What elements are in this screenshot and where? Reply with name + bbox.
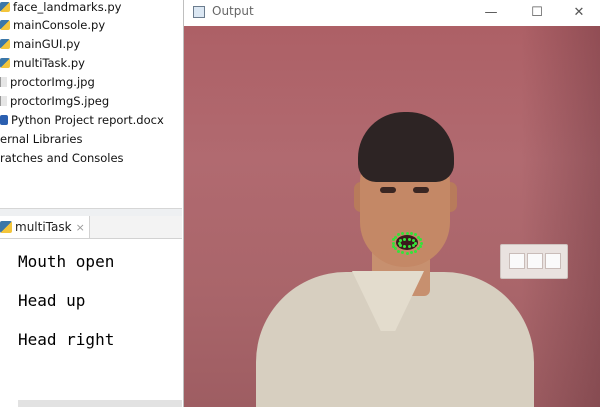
tab-label: multiTask <box>15 220 72 234</box>
socket <box>545 253 561 269</box>
landmark-point <box>411 243 415 247</box>
tree-item-proctorimgs[interactable]: proctorImgS.jpeg <box>0 92 109 110</box>
wall-switchboard <box>500 244 568 279</box>
tree-item-label: mainConsole.py <box>13 18 106 32</box>
tree-item-label: ratches and Consoles <box>0 151 124 165</box>
console-line: Mouth open <box>18 252 115 271</box>
horizontal-scrollbar[interactable] <box>18 400 182 407</box>
person-hair <box>358 112 454 182</box>
landmark-point <box>403 237 407 241</box>
tree-item-maingui[interactable]: mainGUI.py <box>0 35 80 53</box>
window-title: Output <box>212 4 254 18</box>
socket <box>509 253 525 269</box>
python-file-icon <box>0 221 12 233</box>
word-document-icon <box>0 115 8 125</box>
tree-item-label: proctorImgS.jpeg <box>10 94 110 108</box>
tree-item-mainconsole[interactable]: mainConsole.py <box>0 16 105 34</box>
output-window: Output — ☐ ✕ <box>183 0 600 407</box>
tree-item-label: mainGUI.py <box>13 37 81 51</box>
run-tabbar: multiTask × <box>0 216 182 239</box>
close-icon[interactable]: × <box>76 221 85 234</box>
landmark-point <box>413 249 417 253</box>
run-panel: multiTask × Mouth open Head up Head right <box>0 216 182 407</box>
tree-item-project-report[interactable]: Python Project report.docx <box>0 111 164 129</box>
close-button[interactable]: ✕ <box>556 0 600 26</box>
landmark-point <box>409 251 413 254</box>
person-eye <box>413 187 429 193</box>
tab-multitask[interactable]: multiTask × <box>0 216 90 238</box>
tree-item-label: proctorImg.jpg <box>10 75 95 89</box>
tree-item-external-libraries[interactable]: ernal Libraries <box>0 130 82 148</box>
tree-item-label: ernal Libraries <box>0 132 83 146</box>
landmark-point <box>405 251 409 255</box>
landmark-point <box>391 241 395 245</box>
python-file-icon <box>0 2 10 12</box>
minimize-button[interactable]: — <box>468 0 514 26</box>
tree-item-label: face_landmarks.py <box>13 0 122 14</box>
window-app-icon <box>193 6 205 18</box>
landmark-point <box>407 237 411 241</box>
window-titlebar[interactable]: Output — ☐ ✕ <box>184 0 600 26</box>
image-file-icon <box>0 77 7 87</box>
landmark-point <box>392 244 396 248</box>
maximize-button[interactable]: ☐ <box>514 0 560 26</box>
tree-item-multitask[interactable]: multiTask.py <box>0 54 85 72</box>
python-file-icon <box>0 58 10 68</box>
tree-item-label: multiTask.py <box>13 56 85 70</box>
tree-item-scratches-consoles[interactable]: ratches and Consoles <box>0 149 124 167</box>
image-file-icon <box>0 96 7 106</box>
tree-item-face-landmarks[interactable]: face_landmarks.py <box>0 0 121 16</box>
tree-item-proctorimg[interactable]: proctorImg.jpg <box>0 73 95 91</box>
landmark-point <box>397 249 401 253</box>
project-tree: face_landmarks.py mainConsole.py mainGUI… <box>0 0 182 210</box>
landmark-point <box>405 231 409 235</box>
python-file-icon <box>0 39 10 49</box>
console-line: Head right <box>18 330 115 349</box>
landmark-point <box>394 235 398 239</box>
tree-item-label: Python Project report.docx <box>11 113 164 127</box>
landmark-point <box>409 231 413 235</box>
socket <box>527 253 543 269</box>
console-line: Head up <box>18 291 86 310</box>
camera-frame <box>184 26 600 407</box>
person-eye <box>380 187 396 193</box>
python-file-icon <box>0 20 10 30</box>
